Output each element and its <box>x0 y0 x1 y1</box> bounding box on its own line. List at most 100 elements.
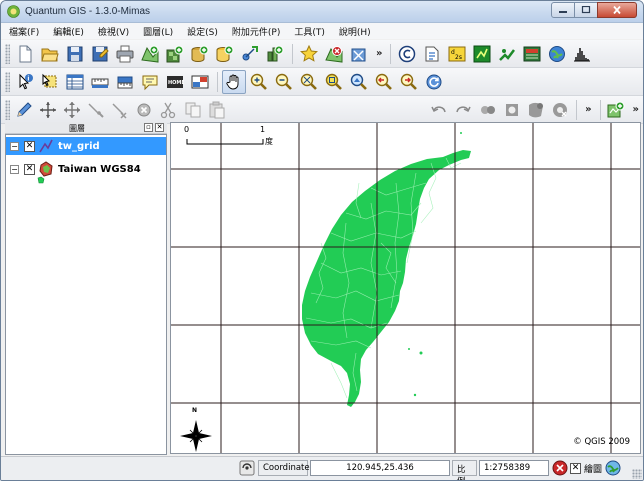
home-bookmark-icon: HOME <box>167 75 184 88</box>
pan-button[interactable] <box>222 69 246 94</box>
zoom-out-button[interactable] <box>272 70 296 94</box>
minimize-button[interactable] <box>551 2 575 18</box>
layers-panel-titlebar[interactable]: 圖層 ▫ ✕ <box>5 122 167 134</box>
add-ring-button[interactable] <box>500 98 523 122</box>
title-bar[interactable]: Quantum GIS - 1.3.0-Mimas <box>1 1 643 23</box>
home-bookmark-button[interactable]: HOME <box>163 70 187 94</box>
crs-status-icon[interactable] <box>605 460 621 476</box>
menu-tools[interactable]: 工具(T) <box>294 25 325 38</box>
toolbar-overflow-chevron[interactable]: » <box>633 104 639 115</box>
scale-input[interactable]: 1:2758389 <box>479 460 549 476</box>
toolbar-overflow-chevron[interactable]: » <box>376 48 382 59</box>
stop-render-icon[interactable] <box>552 460 568 476</box>
close-panel-button[interactable]: ✕ <box>155 123 164 132</box>
save-as-button[interactable] <box>88 42 112 66</box>
layer-item-taiwan-wgs84[interactable]: − ✕ Taiwan WGS84 <box>6 160 166 178</box>
add-vertex-button[interactable] <box>85 98 108 122</box>
menu-view[interactable]: 檢視(V) <box>98 25 129 38</box>
layer-visibility-checkbox[interactable]: ✕ <box>24 140 35 152</box>
refresh-button[interactable] <box>422 70 446 94</box>
simplify-feature-button[interactable] <box>476 98 499 122</box>
gps-tools-button[interactable] <box>520 42 544 66</box>
measure-line-button[interactable] <box>88 70 112 94</box>
copyright-label-button[interactable] <box>395 42 419 66</box>
toolbar-grip[interactable] <box>5 43 10 64</box>
add-raster-layer-button[interactable] <box>163 42 187 66</box>
float-panel-button[interactable]: ▫ <box>144 123 153 132</box>
delete-ring-button[interactable] <box>548 98 571 122</box>
zoom-in-button[interactable] <box>247 70 271 94</box>
map-tips-button[interactable] <box>138 70 162 94</box>
zoom-next-button[interactable] <box>397 70 421 94</box>
copyright-icon <box>399 45 416 62</box>
measure-area-button[interactable] <box>113 70 137 94</box>
zoom-layer-button[interactable] <box>347 70 371 94</box>
zoom-last-button[interactable] <box>372 70 396 94</box>
scale-unit-label: 度 <box>265 137 273 146</box>
toggle-extents-icon[interactable] <box>239 460 255 476</box>
coordinate-display[interactable]: 120.945,25.436 <box>310 460 450 476</box>
scale-label: 比例 <box>452 460 477 480</box>
new-bookmark-button[interactable] <box>188 70 212 94</box>
open-project-button[interactable] <box>38 42 62 66</box>
menu-plugins[interactable]: 附加元件(P) <box>232 25 280 38</box>
render-toggle[interactable]: ✕ 繪圖 <box>570 460 602 476</box>
toolbar-grip[interactable] <box>5 71 10 92</box>
move-feature-button[interactable] <box>61 98 84 122</box>
toolbar-grip[interactable] <box>5 99 10 120</box>
add-vector-layer-button[interactable] <box>138 42 162 66</box>
render-checkbox[interactable]: ✕ <box>570 462 581 474</box>
new-project-button[interactable] <box>13 42 37 66</box>
add-postgis-layer-button[interactable] <box>188 42 212 66</box>
toolbar-overflow-chevron[interactable]: » <box>585 104 591 115</box>
close-button[interactable] <box>597 2 637 18</box>
identify-button[interactable]: i <box>13 70 37 94</box>
new-vector-layer-button[interactable] <box>238 42 262 66</box>
remove-all-overview-button[interactable] <box>347 42 371 66</box>
layer-visibility-checkbox[interactable]: ✕ <box>24 163 35 175</box>
scale-bar-button[interactable]: d 2s <box>445 42 469 66</box>
select-features-button[interactable] <box>38 70 62 94</box>
add-spatialite-layer-button[interactable] <box>213 42 237 66</box>
redo-button[interactable] <box>452 98 475 122</box>
georeferencer-button[interactable] <box>495 42 519 66</box>
capture-point-button[interactable] <box>37 98 60 122</box>
zoom-full-button[interactable] <box>297 70 321 94</box>
cut-features-button[interactable] <box>157 98 180 122</box>
window-controls <box>551 2 637 18</box>
collapse-toggle[interactable]: − <box>10 141 19 151</box>
histogram-button[interactable] <box>570 42 594 66</box>
menu-settings[interactable]: 設定(S) <box>187 25 218 38</box>
overview-button[interactable] <box>297 42 321 66</box>
attribute-table-button[interactable] <box>63 70 87 94</box>
grass-tools-button[interactable] <box>470 42 494 66</box>
print-button[interactable] <box>113 42 137 66</box>
menu-layer[interactable]: 圖層(L) <box>143 25 173 38</box>
menu-file[interactable]: 檔案(F) <box>9 25 39 38</box>
delete-selected-button[interactable] <box>133 98 156 122</box>
menu-edit[interactable]: 編輯(E) <box>53 25 84 38</box>
map-canvas[interactable]: 0 1 度 N © QGIS 2009 <box>170 122 641 454</box>
window-resize-grip[interactable] <box>632 469 642 479</box>
save-project-button[interactable] <box>63 42 87 66</box>
globe-button[interactable] <box>545 42 569 66</box>
coordinate-label: Coordinate: <box>258 460 312 476</box>
layer-item-tw-grid[interactable]: − ✕ tw_grid <box>6 137 166 155</box>
paste-features-button[interactable] <box>205 98 228 122</box>
new-project-icon <box>19 45 32 62</box>
delete-vertex-button[interactable] <box>109 98 132 122</box>
maximize-button[interactable] <box>574 2 598 18</box>
remove-layer-button[interactable] <box>322 42 346 66</box>
toggle-editing-button[interactable] <box>13 98 36 122</box>
undo-button[interactable] <box>428 98 451 122</box>
collapse-toggle[interactable]: − <box>10 164 19 174</box>
remove-layer-icon <box>325 45 343 63</box>
copy-features-button[interactable] <box>181 98 204 122</box>
add-island-button[interactable] <box>524 98 547 122</box>
plugin-button[interactable] <box>604 98 627 122</box>
add-wms-layer-button[interactable] <box>263 42 287 66</box>
zoom-selection-button[interactable] <box>322 70 346 94</box>
menu-help[interactable]: 說明(H) <box>339 25 371 38</box>
status-bar: Coordinate: 120.945,25.436 比例 1:2758389 … <box>1 456 643 480</box>
north-arrow-button[interactable] <box>420 42 444 66</box>
